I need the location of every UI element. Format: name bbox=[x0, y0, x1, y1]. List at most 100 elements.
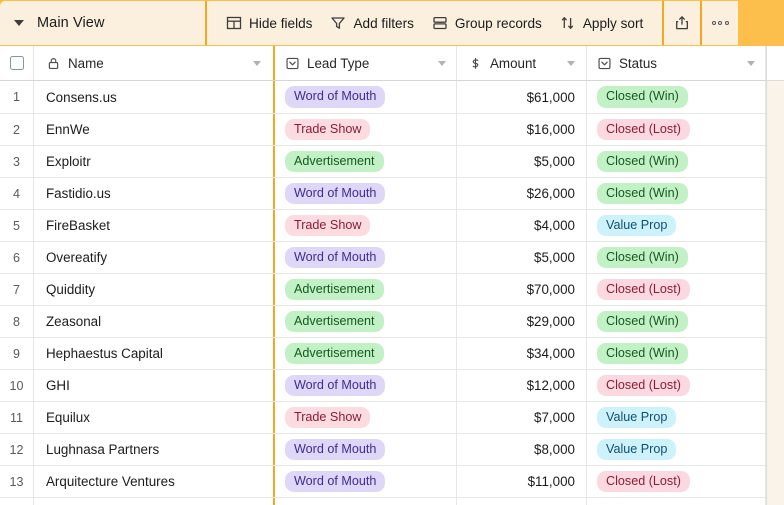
table-row[interactable]: 3 Exploitr Advertisement $5,000 Closed (Win) bbox=[0, 145, 784, 177]
column-menu-lead-type-icon[interactable] bbox=[438, 60, 446, 66]
single-select-icon bbox=[598, 57, 611, 69]
row-number: 10 bbox=[0, 370, 34, 401]
table-row[interactable]: 11 Equilux Trade Show $7,000 Value Prop bbox=[0, 401, 784, 433]
cell-name[interactable]: Hephaestus Capital bbox=[34, 338, 275, 369]
more-options-button[interactable] bbox=[702, 1, 739, 45]
cell-name[interactable]: Consens.us bbox=[34, 81, 275, 113]
cell-name[interactable]: Overeatify bbox=[34, 242, 275, 273]
cell-name[interactable]: Arquitecture Ventures bbox=[34, 466, 275, 497]
cell-status[interactable]: Closed (Win) bbox=[587, 338, 766, 369]
cell-lead-type[interactable]: Word of Mouth bbox=[275, 178, 457, 209]
cell-amount[interactable]: $29,000 bbox=[457, 306, 587, 337]
tag: Advertisement bbox=[285, 342, 384, 365]
hide-fields-label: Hide fields bbox=[249, 15, 313, 31]
cell-amount[interactable]: $4,000 bbox=[457, 210, 587, 241]
table-row[interactable]: 2 EnnWe Trade Show $16,000 Closed (Lost) bbox=[0, 113, 784, 145]
cell-status[interactable]: Closed (Win) bbox=[587, 81, 766, 113]
column-menu-amount-icon[interactable] bbox=[567, 60, 575, 66]
cell-status[interactable]: Closed (Lost) bbox=[587, 466, 766, 497]
cell-lead-type[interactable]: Word of Mouth bbox=[275, 242, 457, 273]
empty-cell bbox=[0, 498, 34, 505]
table-row[interactable]: 13 Arquitecture Ventures Word of Mouth $11,… bbox=[0, 465, 784, 497]
table-row[interactable]: 5 FireBasket Trade Show $4,000 Value Prop bbox=[0, 209, 784, 241]
table-row[interactable]: 7 Quiddity Advertisement $70,000 Closed (Los… bbox=[0, 273, 784, 305]
cell-status[interactable]: Closed (Lost) bbox=[587, 114, 766, 145]
column-header-lead-type[interactable]: Lead Type bbox=[275, 46, 457, 80]
cell-lead-type[interactable]: Word of Mouth bbox=[275, 370, 457, 401]
cell-status[interactable]: Closed (Win) bbox=[587, 146, 766, 177]
tag: Closed (Lost) bbox=[597, 470, 690, 493]
cell-lead-type[interactable]: Word of Mouth bbox=[275, 81, 457, 113]
cell-amount[interactable]: $26,000 bbox=[457, 178, 587, 209]
table-row[interactable]: 12 Lughnasa Partners Word of Mouth $8,000 Va… bbox=[0, 433, 784, 465]
cell-status[interactable]: Closed (Win) bbox=[587, 242, 766, 273]
cell-amount[interactable]: $11,000 bbox=[457, 466, 587, 497]
lock-icon bbox=[48, 57, 59, 69]
cell-status[interactable]: Closed (Win) bbox=[587, 178, 766, 209]
cell-lead-type[interactable]: Advertisement bbox=[275, 274, 457, 305]
table-row[interactable]: 9 Hephaestus Capital Advertisement $34,000 C… bbox=[0, 337, 784, 369]
column-header-amount[interactable]: Amount bbox=[457, 46, 587, 80]
cell-amount[interactable]: $5,000 bbox=[457, 242, 587, 273]
hide-fields-button[interactable]: Hide fields bbox=[217, 10, 321, 36]
tag: Word of Mouth bbox=[285, 438, 386, 461]
cell-lead-type[interactable]: Trade Show bbox=[275, 114, 457, 145]
share-button[interactable] bbox=[664, 1, 701, 45]
cell-status[interactable]: Closed (Lost) bbox=[587, 370, 766, 401]
table-row[interactable]: 1 Consens.us Word of Mouth $61,000 Closed (W… bbox=[0, 81, 784, 113]
currency-dollar-icon bbox=[472, 57, 479, 69]
apply-sort-button[interactable]: Apply sort bbox=[551, 10, 652, 36]
cell-name[interactable]: GHI bbox=[34, 370, 275, 401]
table-row[interactable]: 10 GHI Word of Mouth $12,000 Closed (Lost) bbox=[0, 369, 784, 401]
cell-lead-type[interactable]: Trade Show bbox=[275, 402, 457, 433]
cell-status[interactable]: Closed (Lost) bbox=[587, 274, 766, 305]
cell-name[interactable]: EnnWe bbox=[34, 114, 275, 145]
add-record-row[interactable] bbox=[0, 497, 784, 505]
cell-lead-type[interactable]: Trade Show bbox=[275, 210, 457, 241]
stacked-rows-icon bbox=[433, 16, 447, 30]
cell-lead-type[interactable]: Advertisement bbox=[275, 146, 457, 177]
cell-lead-type[interactable]: Word of Mouth bbox=[275, 466, 457, 497]
cell-amount[interactable]: $7,000 bbox=[457, 402, 587, 433]
cell-name[interactable]: Quiddity bbox=[34, 274, 275, 305]
cell-name[interactable]: Exploitr bbox=[34, 146, 275, 177]
select-all-checkbox[interactable] bbox=[9, 56, 24, 70]
cell-lead-type[interactable]: Advertisement bbox=[275, 338, 457, 369]
cell-lead-type[interactable]: Advertisement bbox=[275, 306, 457, 337]
add-filters-button[interactable]: Add filters bbox=[321, 10, 422, 36]
select-all-cell[interactable] bbox=[0, 46, 34, 80]
cell-name[interactable]: FireBasket bbox=[34, 210, 275, 241]
column-header-status[interactable]: Status bbox=[587, 46, 766, 80]
cell-name[interactable]: Zeasonal bbox=[34, 306, 275, 337]
cell-status[interactable]: Value Prop bbox=[587, 210, 766, 241]
row-number: 8 bbox=[0, 306, 34, 337]
cell-status[interactable]: Closed (Win) bbox=[587, 306, 766, 337]
cell-amount[interactable]: $5,000 bbox=[457, 146, 587, 177]
add-filters-label: Add filters bbox=[353, 15, 414, 31]
table-row[interactable]: 6 Overeatify Word of Mouth $5,000 Closed (Wi… bbox=[0, 241, 784, 273]
row-number: 7 bbox=[0, 274, 34, 305]
cell-name[interactable]: Fastidio.us bbox=[34, 178, 275, 209]
column-header-amount-label: Amount bbox=[490, 55, 537, 71]
cell-name[interactable]: Equilux bbox=[34, 402, 275, 433]
cell-amount[interactable]: $8,000 bbox=[457, 434, 587, 465]
cell-amount[interactable]: $70,000 bbox=[457, 274, 587, 305]
group-records-button[interactable]: Group records bbox=[423, 10, 551, 36]
cell-lead-type[interactable]: Word of Mouth bbox=[275, 434, 457, 465]
column-menu-name-icon[interactable] bbox=[253, 60, 261, 66]
view-selector[interactable]: Main View bbox=[0, 1, 205, 45]
cell-name[interactable]: Lughnasa Partners bbox=[34, 434, 275, 465]
table-row[interactable]: 8 Zeasonal Advertisement $29,000 Closed (Win… bbox=[0, 305, 784, 337]
row-number: 12 bbox=[0, 434, 34, 465]
table-row[interactable]: 4 Fastidio.us Word of Mouth $26,000 Closed (… bbox=[0, 177, 784, 209]
cell-status[interactable]: Value Prop bbox=[587, 434, 766, 465]
cell-amount[interactable]: $61,000 bbox=[457, 81, 587, 113]
column-menu-status-icon[interactable] bbox=[747, 60, 755, 66]
cell-amount[interactable]: $34,000 bbox=[457, 338, 587, 369]
cell-status[interactable]: Value Prop bbox=[587, 402, 766, 433]
column-header-name[interactable]: Name bbox=[34, 46, 275, 80]
cell-amount[interactable]: $12,000 bbox=[457, 370, 587, 401]
cell-amount[interactable]: $16,000 bbox=[457, 114, 587, 145]
tag: Advertisement bbox=[285, 278, 384, 301]
